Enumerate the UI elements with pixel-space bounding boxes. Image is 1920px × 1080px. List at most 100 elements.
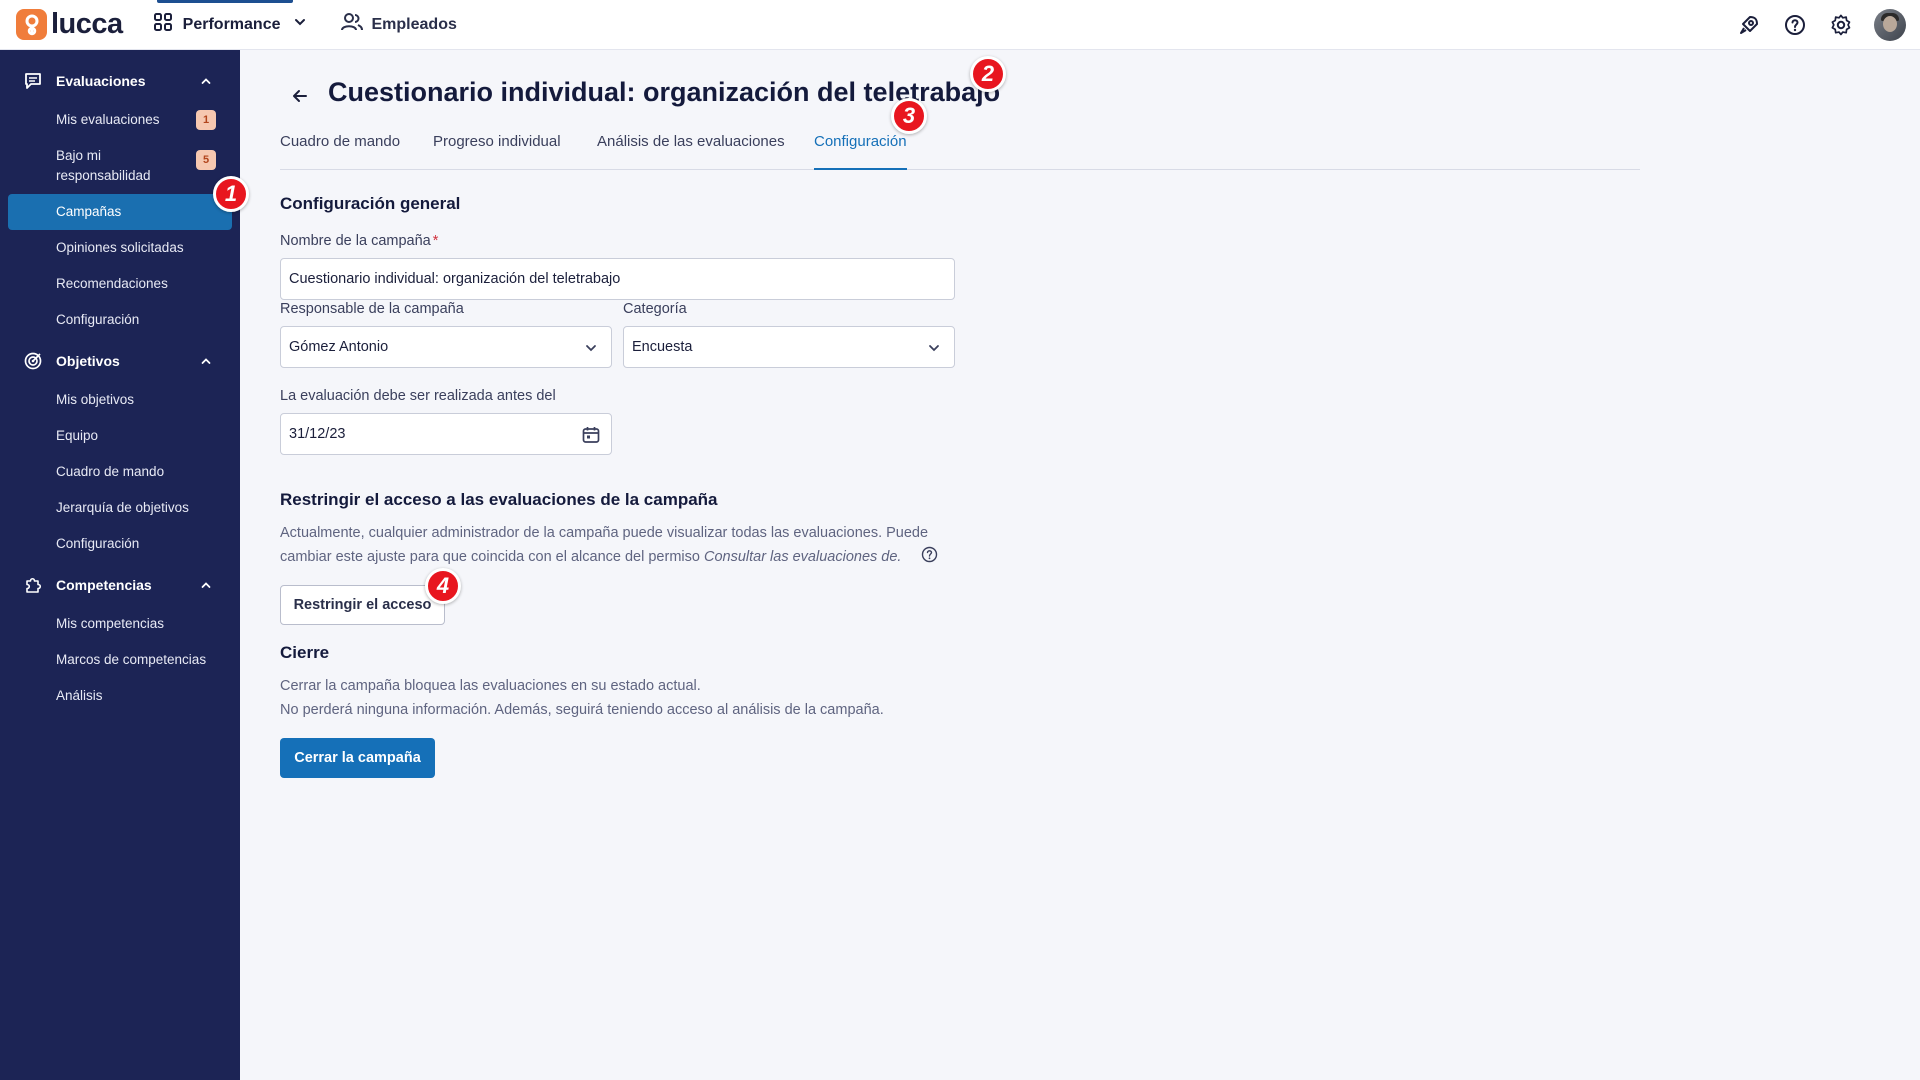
people-icon — [340, 12, 363, 37]
employees-label: Empleados — [371, 15, 457, 33]
campaign-name-value: Cuestionario individual: organización de… — [289, 271, 621, 287]
back-arrow-icon[interactable] — [288, 84, 312, 108]
due-date-input[interactable]: 31/12/23 — [280, 413, 612, 455]
due-date-value: 31/12/23 — [289, 426, 346, 442]
chevron-up-icon — [200, 354, 212, 372]
sidebar-section-evaluaciones[interactable]: Evaluaciones — [0, 63, 240, 99]
top-bar: lucca Performance Empleados — [0, 0, 1920, 50]
campaign-name-input[interactable]: Cuestionario individual: organización de… — [280, 258, 955, 300]
apps-grid-icon — [153, 12, 173, 37]
tab-progreso-individual[interactable]: Progreso individual — [433, 128, 561, 170]
sidebar-item-label: Cuadro de mando — [56, 464, 165, 479]
sidebar-item-jerarquia-de-objetivos[interactable]: Jerarquía de objetivos — [8, 494, 232, 522]
campaign-name-label-text: Nombre de la campaña — [280, 233, 431, 249]
sidebar-item-mis-objetivos[interactable]: Mis objetivos — [8, 386, 232, 414]
chevron-up-icon — [200, 578, 212, 596]
sidebar-item-label: Mis competencias — [56, 616, 165, 631]
sidebar-section-title: Evaluaciones — [56, 73, 146, 89]
sidebar-item-label: Configuración — [56, 536, 140, 551]
sidebar-item-label: Bajo mi responsabilidad — [56, 148, 151, 183]
sidebar-item-cuadro-de-mando[interactable]: Cuadro de mando — [8, 458, 232, 486]
lucca-logo-icon — [16, 9, 47, 40]
calendar-icon[interactable] — [581, 425, 601, 445]
sidebar-item-label: Opiniones solicitadas — [56, 240, 184, 255]
question-circle-icon[interactable] — [921, 546, 938, 568]
rocket-icon[interactable] — [1726, 2, 1772, 48]
sidebar-item-mis-evaluaciones[interactable]: Mis evaluaciones 1 — [8, 106, 232, 134]
close-campaign-button[interactable]: Cerrar la campaña — [280, 738, 435, 778]
restrict-desc-line1: Actualmente, cualquier administrador de … — [280, 525, 929, 541]
app-switcher-label: Performance — [182, 15, 281, 33]
sidebar-section-title: Competencias — [56, 577, 152, 593]
sidebar-item-label: Recomendaciones — [56, 276, 168, 291]
sidebar-item-configuracion-objetivos[interactable]: Configuración — [8, 530, 232, 558]
sidebar-item-label: Marcos de competencias — [56, 652, 207, 667]
count-badge: 5 — [196, 150, 216, 170]
tab-analisis-evaluaciones[interactable]: Análisis de las evaluaciones — [597, 128, 785, 170]
restrict-access-button[interactable]: Restringir el acceso — [280, 585, 445, 625]
sidebar-item-label: Equipo — [56, 428, 99, 443]
chevron-down-icon — [581, 338, 601, 358]
sidebar-item-analisis[interactable]: Análisis — [8, 682, 232, 710]
sidebar-item-equipo[interactable]: Equipo — [8, 422, 232, 450]
chevron-down-icon — [924, 338, 944, 358]
restrict-desc-line2: cambiar este ajuste para que coincida co… — [280, 549, 704, 565]
puzzle-icon — [24, 576, 42, 594]
category-select[interactable]: Encuesta — [623, 326, 955, 368]
owner-select[interactable]: Gómez Antonio — [280, 326, 612, 368]
sidebar-item-mis-competencias[interactable]: Mis competencias — [8, 610, 232, 638]
help-icon[interactable] — [1772, 2, 1818, 48]
sidebar-section-competencias[interactable]: Competencias — [0, 567, 240, 603]
sidebar: Evaluaciones Mis evaluaciones 1 Bajo mi … — [0, 50, 240, 1080]
section-heading-restrict: Restringir el acceso a las evaluaciones … — [280, 490, 718, 509]
sidebar-item-bajo-mi-responsabilidad[interactable]: Bajo mi responsabilidad 5 — [8, 144, 232, 188]
sidebar-item-label: Mis evaluaciones — [56, 112, 160, 127]
step-marker-4: 4 — [425, 568, 461, 604]
section-heading-closing: Cierre — [280, 643, 330, 662]
chevron-down-icon — [293, 15, 307, 34]
count-badge: 1 — [196, 110, 216, 130]
required-mark: * — [432, 233, 439, 249]
closing-desc-line2: No perderá ninguna información. Además, … — [280, 702, 884, 718]
sidebar-item-configuracion-evaluaciones[interactable]: Configuración — [8, 306, 232, 334]
sidebar-item-campanas[interactable]: Campañas — [8, 194, 232, 230]
tab-configuracion[interactable]: Configuración — [814, 128, 907, 170]
tab-cuadro-de-mando[interactable]: Cuadro de mando — [280, 128, 400, 170]
campaign-name-label: Nombre de la campaña * — [280, 233, 438, 249]
sidebar-item-opiniones-solicitadas[interactable]: Opiniones solicitadas — [8, 234, 232, 262]
chevron-up-icon — [200, 74, 212, 92]
settings-icon[interactable] — [1818, 2, 1864, 48]
app-switcher[interactable]: Performance — [151, 0, 309, 50]
category-label: Categoría — [623, 301, 687, 317]
step-marker-1: 1 — [213, 176, 249, 212]
lucca-logo[interactable]: lucca — [16, 8, 123, 41]
step-marker-3: 3 — [891, 98, 927, 134]
sidebar-section-objetivos[interactable]: Objetivos — [0, 343, 240, 379]
restrict-description: Actualmente, cualquier administrador de … — [280, 521, 1000, 569]
due-date-label: La evaluación debe ser realizada antes d… — [280, 388, 556, 404]
sidebar-item-label: Análisis — [56, 688, 103, 703]
employees-link[interactable]: Empleados — [340, 12, 457, 37]
owner-label: Responsable de la campaña — [280, 301, 464, 317]
section-heading-general: Configuración general — [280, 194, 461, 213]
owner-value: Gómez Antonio — [289, 339, 389, 355]
closing-desc-line1: Cerrar la campaña bloquea las evaluacion… — [280, 678, 701, 694]
main-content: Cuestionario individual: organización de… — [240, 50, 1920, 1080]
target-icon — [24, 352, 42, 370]
sidebar-item-marcos-de-competencias[interactable]: Marcos de competencias — [8, 646, 232, 674]
avatar-face — [1883, 16, 1897, 32]
app-active-indicator — [156, 0, 293, 3]
sidebar-item-recomendaciones[interactable]: Recomendaciones — [8, 270, 232, 298]
sidebar-item-label: Campañas — [56, 204, 122, 219]
lucca-logo-text: lucca — [51, 8, 123, 40]
user-avatar[interactable] — [1874, 9, 1906, 41]
sidebar-item-label: Jerarquía de objetivos — [56, 500, 189, 515]
sidebar-section-title: Objetivos — [56, 353, 120, 369]
sidebar-item-label: Configuración — [56, 312, 140, 327]
tab-bar: Cuadro de mando Progreso individual Anál… — [280, 128, 1640, 170]
top-right-actions — [1726, 0, 1920, 50]
closing-description: Cerrar la campaña bloquea las evaluacion… — [280, 674, 1000, 722]
feedback-icon — [24, 72, 42, 90]
step-marker-2: 2 — [970, 56, 1006, 92]
category-value: Encuesta — [632, 339, 693, 355]
